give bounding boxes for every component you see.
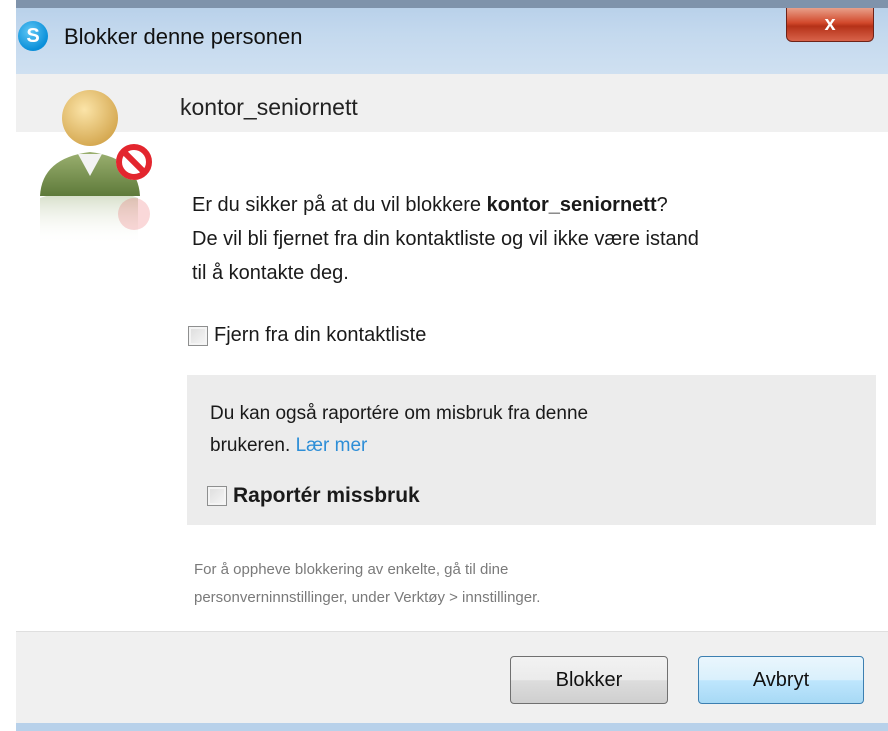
- block-dialog-window: S Blokker denne personen x kontor_senior…: [16, 0, 888, 731]
- footnote-line-2: personverninnstillinger, under Verktøy >…: [194, 589, 541, 606]
- report-text-line-1: Du kan også raportére om misbruk fra den…: [210, 403, 589, 424]
- blocked-user-icon: [40, 90, 152, 245]
- cancel-button[interactable]: Avbryt: [698, 656, 864, 704]
- question-prefix: Er du sikker på at du vil blokkere: [192, 194, 487, 216]
- contact-name: kontor_seniornett: [180, 94, 358, 120]
- title-bar[interactable]: S Blokker denne personen x: [16, 0, 888, 74]
- skype-icon: S: [18, 21, 48, 51]
- footnote-line-1: For å oppheve blokkering av enkelte, gå …: [194, 561, 509, 578]
- question-line-2: De vil bli fjernet fra din kontaktliste …: [192, 228, 699, 250]
- remove-from-contacts-label[interactable]: Fjern fra din kontaktliste: [214, 324, 426, 347]
- remove-from-contacts-checkbox[interactable]: [188, 325, 208, 346]
- question-suffix: ?: [656, 194, 668, 216]
- report-abuse-checkbox[interactable]: [207, 486, 227, 506]
- question-contact-name: kontor_seniornett: [486, 194, 657, 216]
- window-title: Blokker denne personen: [64, 24, 303, 49]
- remove-from-contacts-option[interactable]: Fjern fra din kontaktliste: [188, 324, 426, 347]
- close-button[interactable]: x: [786, 8, 874, 42]
- question-line-3: til å kontakte deg.: [192, 262, 349, 284]
- learn-more-link[interactable]: Lær mer: [296, 435, 368, 456]
- block-button[interactable]: Blokker: [510, 656, 668, 704]
- unblock-hint: For å oppheve blokkering av enkelte, gå …: [194, 556, 794, 612]
- report-text-line-2: brukeren.: [210, 435, 291, 456]
- block-confirmation-text: Er du sikker på at du vil blokkere konto…: [192, 188, 872, 290]
- report-abuse-label[interactable]: Raportér missbruk: [233, 484, 420, 508]
- report-abuse-text: Du kan også raportére om misbruk fra den…: [210, 398, 770, 462]
- window-bottom-border: [16, 723, 888, 731]
- report-abuse-option[interactable]: Raportér missbruk: [207, 484, 420, 508]
